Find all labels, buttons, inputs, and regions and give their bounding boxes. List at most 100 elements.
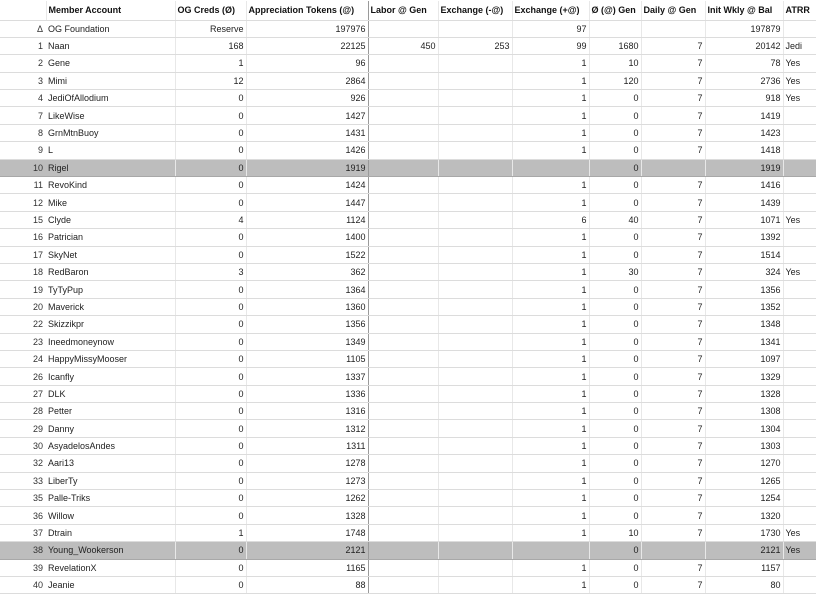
labor-cell[interactable] [368,159,439,178]
header-og-creds[interactable]: OG Creds (Ø) [175,1,247,21]
table-row[interactable]: 20 Maverick 0 1360 1 0 7 1352 [0,298,816,317]
tokens-cell[interactable]: 197976 [246,20,369,38]
balance-cell[interactable]: 1270 [705,454,784,473]
labor-cell[interactable] [368,506,439,525]
atrr-cell[interactable] [783,454,816,473]
tokens-cell[interactable]: 1364 [246,280,369,299]
row-index[interactable]: 37 [0,524,46,543]
labor-cell[interactable] [368,402,439,421]
og-creds-cell[interactable]: 0 [175,402,247,421]
labor-cell[interactable] [368,489,439,508]
atrr-cell[interactable] [783,159,816,178]
row-index[interactable]: 40 [0,576,46,594]
exchange-minus-cell[interactable] [438,559,513,578]
balance-cell[interactable]: 1418 [705,141,784,160]
og-creds-cell[interactable]: 0 [175,419,247,438]
o-gen-cell[interactable]: 120 [589,72,642,91]
exchange-minus-cell[interactable] [438,263,513,282]
row-index[interactable]: 9 [0,141,46,160]
exchange-minus-cell[interactable] [438,454,513,473]
tokens-cell[interactable]: 1262 [246,489,369,508]
tokens-cell[interactable]: 1312 [246,419,369,438]
table-row[interactable]: 33 LiberTy 0 1273 1 0 7 1265 [0,472,816,491]
o-gen-cell[interactable]: 0 [589,489,642,508]
atrr-cell[interactable] [783,176,816,195]
exchange-plus-cell[interactable]: 1 [512,333,590,351]
member-name-cell[interactable]: RedBaron [46,263,176,282]
member-name-cell[interactable]: Maverick [46,298,176,317]
tokens-cell[interactable]: 926 [246,89,369,108]
labor-cell[interactable]: 450 [368,37,439,56]
member-name-cell[interactable]: JediOfAllodium [46,89,176,108]
balance-cell[interactable]: 197879 [705,20,784,38]
tokens-cell[interactable]: 88 [246,576,369,594]
daily-gen-cell[interactable]: 7 [641,246,706,264]
labor-cell[interactable] [368,454,439,473]
balance-cell[interactable]: 1352 [705,298,784,317]
labor-cell[interactable] [368,54,439,73]
table-row[interactable]: 36 Willow 0 1328 1 0 7 1320 [0,506,816,525]
o-gen-cell[interactable]: 1680 [589,37,642,56]
exchange-minus-cell[interactable]: 253 [438,37,513,56]
atrr-cell[interactable]: Yes [783,524,816,543]
exchange-plus-cell[interactable]: 1 [512,472,590,491]
tokens-cell[interactable]: 1427 [246,106,369,125]
daily-gen-cell[interactable]: 7 [641,333,706,351]
o-gen-cell[interactable]: 0 [589,541,642,560]
daily-gen-cell[interactable]: 7 [641,454,706,473]
exchange-plus-cell[interactable]: 1 [512,141,590,160]
exchange-minus-cell[interactable] [438,106,513,125]
row-index[interactable]: 20 [0,298,46,317]
member-name-cell[interactable]: SkyNet [46,246,176,264]
daily-gen-cell[interactable] [641,541,706,560]
member-name-cell[interactable]: Rigel [46,159,176,178]
daily-gen-cell[interactable]: 7 [641,37,706,56]
exchange-plus-cell[interactable]: 1 [512,280,590,299]
atrr-cell[interactable] [783,402,816,421]
table-row[interactable]: 37 Dtrain 1 1748 1 10 7 1730 Yes [0,524,816,543]
exchange-plus-cell[interactable]: 97 [512,20,590,38]
tokens-cell[interactable]: 1400 [246,228,369,247]
exchange-minus-cell[interactable] [438,20,513,38]
og-creds-cell[interactable]: 0 [175,315,247,334]
tokens-cell[interactable]: 1360 [246,298,369,317]
atrr-cell[interactable] [783,333,816,351]
tokens-cell[interactable]: 1336 [246,385,369,404]
row-index[interactable]: 16 [0,228,46,247]
daily-gen-cell[interactable]: 7 [641,228,706,247]
row-index[interactable]: 22 [0,315,46,334]
exchange-minus-cell[interactable] [438,333,513,351]
og-creds-cell[interactable]: 0 [175,333,247,351]
exchange-plus-cell[interactable]: 1 [512,437,590,456]
member-name-cell[interactable]: RevoKind [46,176,176,195]
daily-gen-cell[interactable]: 7 [641,89,706,108]
tokens-cell[interactable]: 1278 [246,454,369,473]
member-name-cell[interactable]: Ineedmoneynow [46,333,176,351]
labor-cell[interactable] [368,106,439,125]
exchange-minus-cell[interactable] [438,506,513,525]
labor-cell[interactable] [368,211,439,230]
exchange-plus-cell[interactable]: 1 [512,176,590,195]
og-creds-cell[interactable]: 0 [175,506,247,525]
tokens-cell[interactable]: 1522 [246,246,369,264]
row-index[interactable]: 11 [0,176,46,195]
o-gen-cell[interactable]: 0 [589,559,642,578]
o-gen-cell[interactable]: 0 [589,402,642,421]
o-gen-cell[interactable]: 0 [589,141,642,160]
o-gen-cell[interactable]: 0 [589,454,642,473]
balance-cell[interactable]: 1329 [705,367,784,386]
member-name-cell[interactable]: Skizzikpr [46,315,176,334]
atrr-cell[interactable]: Yes [783,72,816,91]
balance-cell[interactable]: 1157 [705,559,784,578]
balance-cell[interactable]: 918 [705,89,784,108]
table-row[interactable]: 18 RedBaron 3 362 1 30 7 324 Yes [0,263,816,282]
member-name-cell[interactable]: HappyMissyMooser [46,350,176,369]
exchange-minus-cell[interactable] [438,159,513,178]
tokens-cell[interactable]: 2864 [246,72,369,91]
og-creds-cell[interactable]: 0 [175,454,247,473]
daily-gen-cell[interactable]: 7 [641,437,706,456]
labor-cell[interactable] [368,350,439,369]
table-row[interactable]: 3 Mimi 12 2864 1 120 7 2736 Yes [0,72,816,91]
exchange-minus-cell[interactable] [438,524,513,543]
exchange-plus-cell[interactable]: 1 [512,54,590,73]
